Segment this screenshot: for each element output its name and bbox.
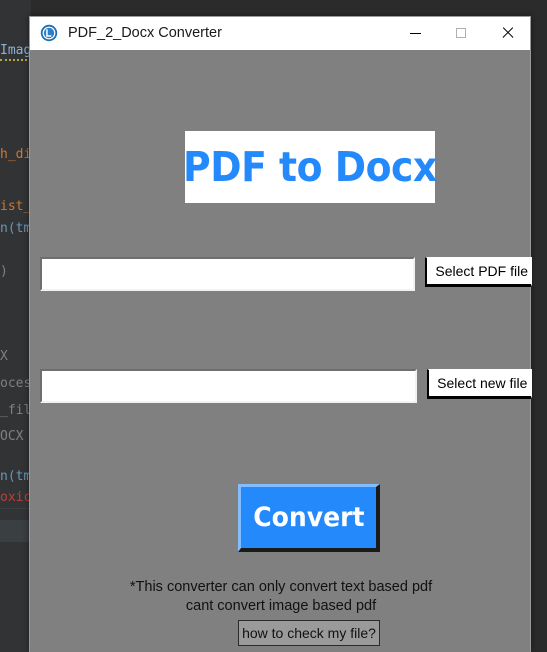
window-controls — [392, 17, 530, 49]
select-pdf-file-button[interactable]: Select PDF file — [425, 257, 532, 287]
new-file-path-input[interactable] — [40, 369, 418, 403]
note-line-2: cant convert image based pdf — [185, 598, 377, 614]
close-button[interactable] — [484, 17, 530, 49]
code-warning-underline: Imag — [0, 43, 32, 61]
select-new-file-button[interactable]: Select new file — [427, 369, 532, 399]
how-to-check-file-button[interactable]: how to check my file? — [238, 620, 380, 646]
code-fragment: oces — [0, 376, 32, 391]
note-line-1: *This converter can only convert text ba… — [129, 579, 433, 595]
minimize-icon — [409, 32, 421, 34]
code-fragment: OCX — [0, 429, 24, 444]
app-logo-icon — [40, 24, 58, 42]
window-body: PDF to Docx Select PDF file Select new f… — [30, 50, 532, 652]
heading-banner: PDF to Docx — [183, 131, 437, 203]
convert-button[interactable]: Convert — [238, 484, 380, 552]
code-fragment: n(tm — [0, 469, 32, 484]
convert-button-label: Convert — [252, 502, 365, 533]
minimize-button[interactable] — [392, 17, 438, 49]
maximize-icon — [456, 28, 466, 38]
code-fragment: ) — [0, 264, 8, 279]
code-fragment: h_di — [0, 147, 32, 162]
code-fragment: n(tm — [0, 221, 32, 236]
editor-gutter — [0, 0, 31, 652]
close-icon — [501, 27, 513, 39]
pdf-path-input[interactable] — [40, 257, 416, 291]
code-fragment: X — [0, 349, 8, 364]
code-fragment: ist_ — [0, 199, 32, 214]
page-title: PDF to Docx — [183, 142, 437, 191]
new-file-row: Select new file — [40, 369, 532, 405]
editor-divider — [0, 508, 31, 509]
title-bar[interactable]: PDF_2_Docx Converter — [30, 17, 530, 50]
pdf-file-row: Select PDF file — [40, 257, 532, 293]
maximize-button[interactable] — [438, 17, 484, 49]
code-fragment: _fil — [0, 403, 32, 418]
code-fragment: Imag — [0, 43, 32, 61]
disclaimer-notes: *This converter can only convert text ba… — [30, 578, 532, 616]
editor-current-line-highlight — [0, 520, 31, 542]
window-title: PDF_2_Docx Converter — [68, 25, 222, 41]
code-fragment: oxic — [0, 490, 32, 505]
converter-window: PDF_2_Docx Converter PDF to Docx Select … — [29, 16, 532, 652]
